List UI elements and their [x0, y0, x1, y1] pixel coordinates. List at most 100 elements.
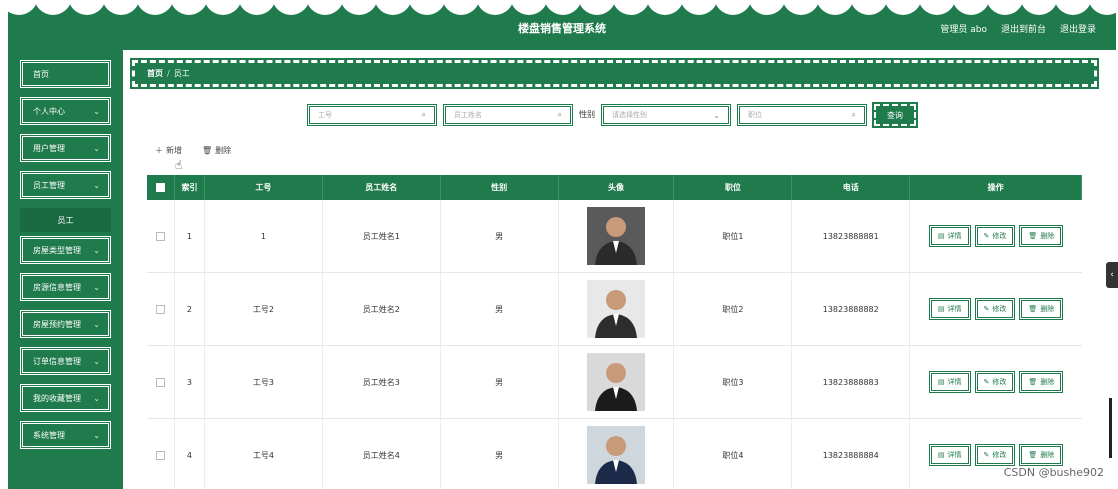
column-header: 性别 [441, 175, 559, 200]
row-checkbox[interactable] [155, 377, 165, 387]
delete-button[interactable]: 🗑 删除 [1019, 444, 1064, 466]
cell-avatar [559, 346, 675, 418]
watermark: CSDN @bushe902 [1003, 466, 1104, 479]
column-header: 电话 [792, 175, 911, 200]
scallop-shape [1054, 0, 1092, 15]
detail-icon: ▤ [937, 378, 945, 386]
employee-no-placeholder: 工号 [318, 111, 332, 119]
detail-button[interactable]: ▤ 详情 [928, 371, 971, 393]
chevron-down-icon: ⌄ [93, 143, 100, 153]
plus-icon: ＋ [155, 146, 163, 155]
detail-label: 详情 [947, 378, 962, 386]
scallop-shape [578, 0, 616, 15]
sidebar-item-0[interactable]: 首页 [20, 60, 111, 88]
sidebar-item-label: 订单信息管理 [33, 356, 81, 366]
employee-name-input[interactable]: 员工姓名 ⌕ [443, 104, 573, 126]
gender-select[interactable]: 请选择性别 ⌄ [601, 104, 731, 126]
delete-button[interactable]: 🗑 删除 [1019, 371, 1064, 393]
breadcrumb-current: 员工 [173, 69, 190, 78]
sidebar-item-6[interactable]: 房屋预约管理 ⌄ [20, 310, 111, 338]
detail-icon: ▤ [937, 232, 945, 240]
position-input[interactable]: 职位 ⌕ [737, 104, 867, 126]
to-front-link[interactable]: 退出到前台 [1001, 22, 1046, 35]
column-header: 头像 [559, 175, 675, 200]
row-checkbox[interactable] [155, 231, 165, 241]
column-header: 操作 [910, 175, 1082, 200]
sidebar-item-7[interactable]: 订单信息管理 ⌄ [20, 347, 111, 375]
edit-button[interactable]: ✎ 修改 [974, 444, 1016, 466]
detail-button[interactable]: ▤ 详情 [928, 298, 971, 320]
query-button[interactable]: 查询 [872, 102, 918, 128]
select-all-checkbox[interactable] [155, 183, 165, 192]
detail-label: 详情 [947, 232, 962, 240]
header-user-area: 管理员 abo 退出到前台 退出登录 [940, 22, 1096, 35]
sidebar-item-1[interactable]: 个人中心 ⌄ [20, 97, 111, 125]
scallop-shape [1020, 0, 1058, 15]
row-checkbox[interactable] [155, 450, 165, 460]
scallop-shape [272, 0, 310, 15]
gender-label: 性别 [579, 110, 595, 119]
row-checkbox[interactable] [155, 304, 165, 314]
delete-button[interactable]: 🗑 删除 [1019, 298, 1064, 320]
side-collapse-tab[interactable]: ‹ [1106, 262, 1118, 288]
sidebar-item-5[interactable]: 房源信息管理 ⌄ [20, 273, 111, 301]
sidebar-item-2[interactable]: 用户管理 ⌄ [20, 134, 111, 162]
cell-gender: 男 [441, 419, 559, 489]
sidebar-item-label: 房屋预约管理 [33, 319, 81, 329]
scallop-shape [714, 0, 752, 15]
cell-operations: ▤ 详情 ✎ 修改 🗑 删除 [910, 200, 1082, 272]
sidebar-item-3[interactable]: 员工管理 ⌄ [20, 171, 111, 199]
cell-no: 工号2 [205, 273, 323, 345]
search-icon: ⌕ [851, 110, 856, 119]
scrollbar[interactable] [1109, 398, 1112, 458]
delete-button[interactable]: 🗑 删除 [1019, 225, 1064, 247]
trash-icon: 🗑 [1028, 378, 1038, 386]
scallop-shape [850, 0, 888, 15]
employee-no-input[interactable]: 工号 ⌕ [307, 104, 437, 126]
detail-icon: ▤ [937, 451, 945, 459]
add-button[interactable]: ＋ 新增 [155, 145, 182, 156]
scallop-shape [408, 0, 446, 15]
edit-button[interactable]: ✎ 修改 [974, 298, 1016, 320]
edit-button[interactable]: ✎ 修改 [974, 371, 1016, 393]
detail-label: 详情 [947, 451, 962, 459]
sidebar-item-8[interactable]: 我的收藏管理 ⌄ [20, 384, 111, 412]
trash-icon: 🗑 [1028, 451, 1038, 459]
batch-delete-label: 删除 [215, 146, 232, 155]
batch-delete-button[interactable]: 🗑 删除 [202, 145, 231, 156]
cell-no: 工号4 [205, 419, 323, 489]
mouse-cursor-icon: ☝ [175, 158, 183, 172]
sidebar-subitem-employee[interactable]: 员工 [20, 208, 111, 232]
sidebar-item-label: 用户管理 [33, 143, 65, 153]
scallop-shape [884, 0, 922, 15]
row-select-cell [147, 273, 175, 345]
row-select-cell [147, 200, 175, 272]
gender-placeholder: 请选择性别 [612, 111, 647, 119]
cell-gender: 男 [441, 346, 559, 418]
scallop-shape [952, 0, 990, 15]
edit-icon: ✎ [983, 305, 990, 313]
detail-button[interactable]: ▤ 详情 [928, 444, 971, 466]
chevron-down-icon: ⌄ [93, 106, 100, 116]
search-bar: 工号 ⌕ 员工姓名 ⌕ 性别 请选择性别 ⌄ 职位 ⌕ 查询 [123, 102, 1118, 128]
table-actions: ＋ 新增 🗑 删除 [155, 145, 231, 156]
detail-button[interactable]: ▤ 详情 [928, 225, 971, 247]
cell-index: 4 [175, 419, 205, 489]
edit-button[interactable]: ✎ 修改 [974, 225, 1016, 247]
table-row: 2 工号2 员工姓名2 男职位2 13823888882 ▤ 详情 ✎ 修改 🗑 删除 [147, 273, 1082, 346]
detail-icon: ▤ [937, 305, 945, 313]
scallop-shape [1088, 0, 1116, 15]
sidebar-item-label: 系统管理 [33, 430, 65, 440]
table-row: 1 1 员工姓名1 男职位1 13823888881 ▤ 详情 ✎ 修改 🗑 删除 [147, 200, 1082, 273]
table-row: 4 工号4 员工姓名4 男职位4 13823888884 ▤ 详情 ✎ 修改 🗑 删除 [147, 419, 1082, 489]
breadcrumb-home[interactable]: 首页 [147, 68, 163, 79]
logout-link[interactable]: 退出登录 [1060, 22, 1096, 35]
chevron-down-icon: ⌄ [93, 393, 100, 403]
row-select-cell [147, 419, 175, 489]
scallop-shape [34, 0, 72, 15]
avatar [587, 207, 645, 265]
delete-label: 删除 [1040, 232, 1055, 240]
chevron-down-icon: ⌄ [713, 110, 720, 120]
sidebar-item-4[interactable]: 房屋类型管理 ⌄ [20, 236, 111, 264]
sidebar-item-9[interactable]: 系统管理 ⌄ [20, 421, 111, 449]
